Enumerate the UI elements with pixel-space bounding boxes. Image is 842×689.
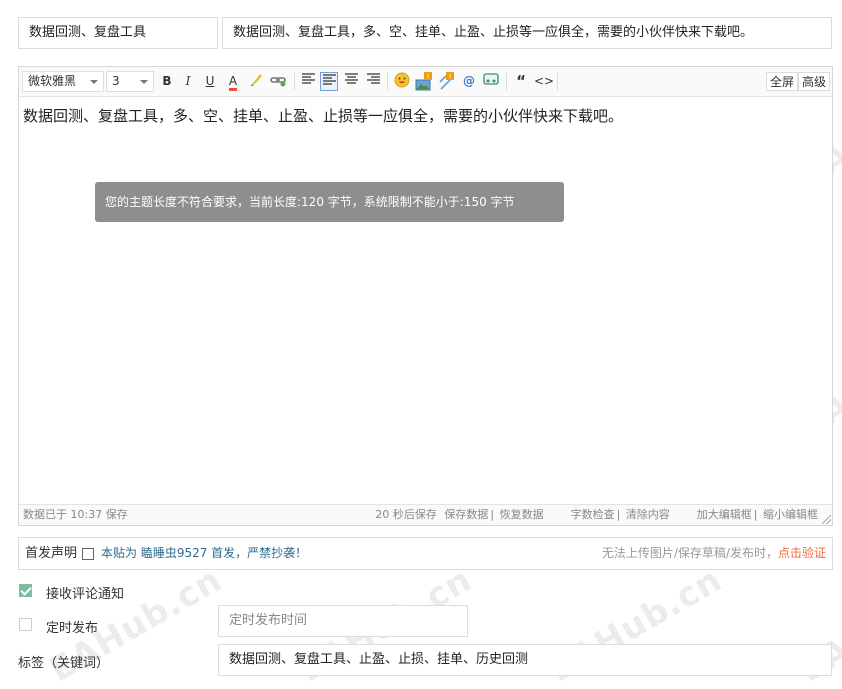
underline-button[interactable]: U [201,72,219,91]
editor-statusbar: 数据已于 10:37 保存 20 秒后保存 保存数据 | 恢复数据 字数检查 | 清… [19,504,832,525]
saved-status: 数据已于 10:37 保存 [23,508,128,521]
font-family-select[interactable]: 微软雅黑 [22,71,104,92]
fullscreen-button[interactable]: 全屏 [766,72,799,91]
length-warning-tooltip: 您的主题长度不符合要求，当前长度:120 字节，系统限制不能小于:150 字节 [95,182,564,222]
align-right-icon[interactable] [364,72,382,91]
code-button[interactable]: <> [534,72,554,91]
svg-text:!: ! [449,73,452,81]
font-color-button[interactable]: A [224,72,242,91]
autosave-countdown: 20 秒后保存 [375,508,437,521]
italic-button[interactable]: I [179,72,197,91]
schedule-time-input[interactable]: 定时发布时间 [218,605,468,637]
font-color-icon: A [228,75,238,91]
highlight-icon[interactable] [247,72,265,91]
font-size-value: 3 [112,74,120,88]
toolbar-divider [557,73,558,90]
align-left-icon[interactable] [299,72,317,91]
align-justify-icon[interactable] [320,72,338,91]
clear-content-link[interactable]: 清除内容 [626,508,670,521]
media-icon[interactable] [482,72,500,91]
schedule-label: 定时发布 [46,621,99,636]
svg-text:!: ! [427,73,430,81]
font-size-select[interactable]: 3 [106,71,154,92]
editor-content[interactable]: 数据回测、复盘工具，多、空、挂单、止盈、止损等一应俱全，需要的小伙伴快来下载吧。 [23,105,623,126]
notify-label: 接收评论通知 [46,587,125,602]
declaration-note: 本贴为 瞌睡虫9527 首发，严禁抄袭！ [101,546,308,560]
chevron-down-icon [90,80,98,84]
emoji-icon[interactable] [393,72,411,91]
statusbar-actions: 20 秒后保存 保存数据 | 恢复数据 字数检查 | 清除内容 加大编辑框 | 缩小编… [375,508,818,521]
advanced-button[interactable]: 高级 [798,72,831,91]
first-post-declaration: 首发声明 本贴为 瞌睡虫9527 首发，严禁抄袭！ 无法上传图片/保存草稿/发布… [18,537,833,570]
word-check-link[interactable]: 字数检查 [571,508,615,521]
quote-button[interactable]: “ [512,72,530,91]
declaration-checkbox[interactable] [82,548,94,560]
bold-button[interactable]: B [158,72,176,91]
upload-hint: 无法上传图片/保存草稿/发布时，点击验证 [602,538,826,569]
tags-label: 标签（关键词） [18,656,110,671]
toolbar-divider [506,73,507,90]
title-input[interactable]: 数据回测、复盘工具，多、空、挂单、止盈、止损等一应俱全，需要的小伙伴快来下载吧。 [222,17,832,49]
shrink-editor-link[interactable]: 缩小编辑框 [763,508,818,521]
verify-link[interactable]: 点击验证 [778,546,826,560]
save-data-link[interactable]: 保存数据 [444,508,488,521]
notify-checkbox[interactable] [19,584,32,597]
toolbar-divider [387,73,388,90]
upload-hint-text: 无法上传图片/保存草稿/发布时， [601,546,778,560]
declaration-label: 首发声明 [25,546,78,561]
tags-input[interactable]: 数据回测、复盘工具、止盈、止损、挂单、历史回测 [218,644,832,676]
chevron-down-icon [140,80,148,84]
align-center-icon[interactable] [342,72,360,91]
rich-text-editor: 微软雅黑 3 B I U A ! ! @ “ <> 全屏 高级 数据回测、复盘工… [18,66,833,526]
toolbar-divider [294,73,295,90]
image-icon[interactable]: ! [415,72,433,91]
link-icon[interactable] [269,72,287,91]
category-field[interactable]: 数据回测、复盘工具 [18,17,218,49]
editor-toolbar: 微软雅黑 3 B I U A ! ! @ “ <> 全屏 高级 [19,67,832,97]
at-mention-icon[interactable]: @ [460,72,478,91]
attachment-icon[interactable]: ! [437,72,455,91]
enlarge-editor-link[interactable]: 加大编辑框 [697,508,752,521]
resize-handle-icon[interactable] [822,515,831,524]
restore-data-link[interactable]: 恢复数据 [500,508,544,521]
font-family-value: 微软雅黑 [28,74,77,88]
schedule-checkbox[interactable] [19,618,32,631]
